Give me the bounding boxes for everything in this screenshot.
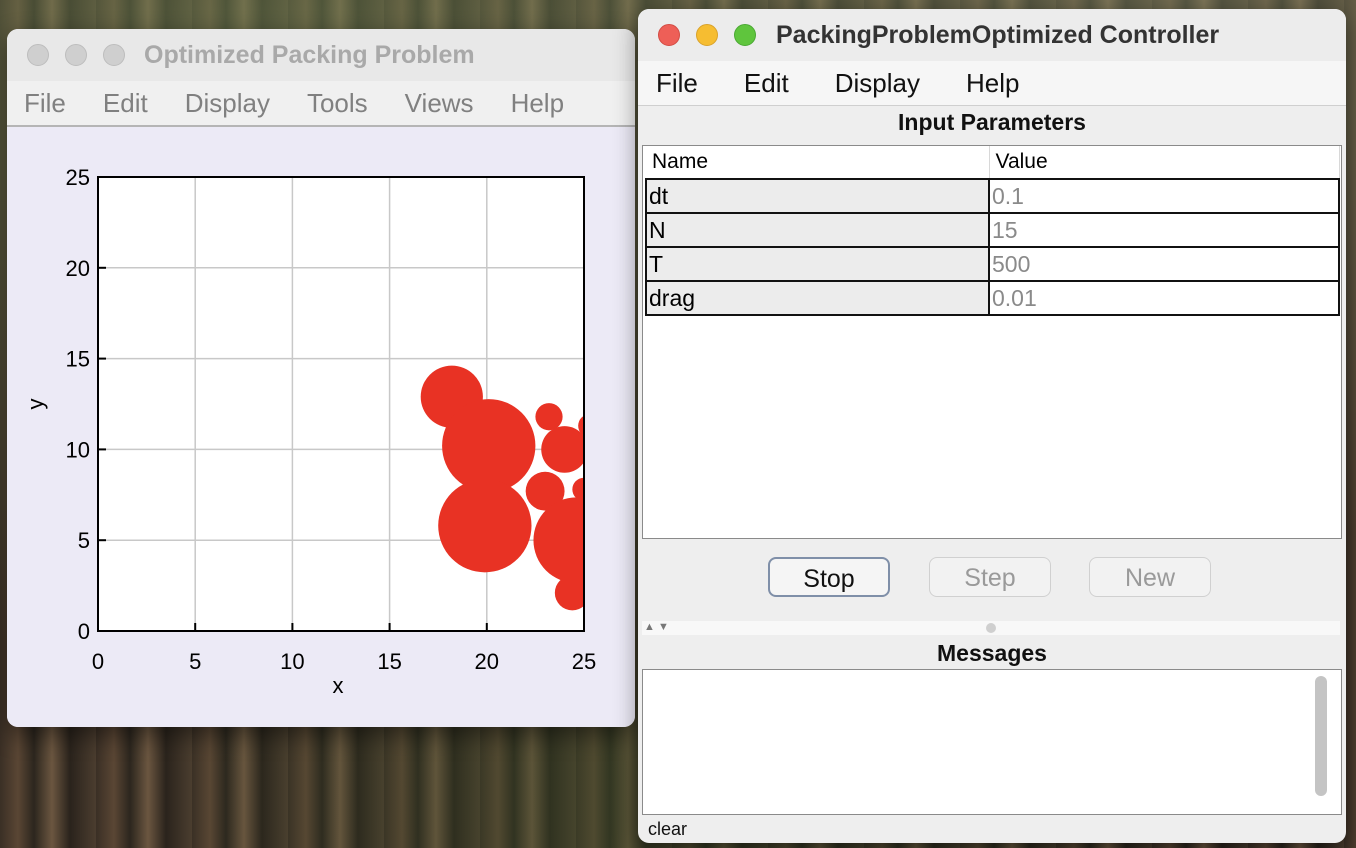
param-name: drag	[645, 280, 990, 316]
menu-tools[interactable]: Tools	[307, 88, 368, 119]
zoom-button[interactable]	[734, 24, 756, 46]
menu-file[interactable]: File	[656, 68, 698, 99]
y-tick-label: 5	[78, 528, 90, 553]
table-row: T 500	[645, 246, 1340, 282]
x-tick-label: 15	[377, 649, 401, 674]
minimize-button-inactive[interactable]	[65, 44, 87, 66]
column-header-name[interactable]: Name	[646, 146, 990, 180]
table-header-row: Name Value	[646, 146, 1340, 180]
param-value-field[interactable]: 15	[988, 212, 1340, 248]
param-value-field[interactable]: 0.01	[988, 280, 1340, 316]
plot-window-titlebar[interactable]: Optimized Packing Problem	[7, 29, 635, 81]
input-parameters-title: Input Parameters	[898, 109, 1086, 135]
column-header-value[interactable]: Value	[989, 146, 1340, 180]
y-tick-label: 25	[66, 165, 90, 190]
param-name: dt	[645, 178, 990, 214]
controller-window[interactable]: PackingProblemOptimized Controller File …	[638, 9, 1346, 843]
plot-window[interactable]: Optimized Packing Problem File Edit Disp…	[7, 29, 635, 727]
menu-edit[interactable]: Edit	[103, 88, 148, 119]
table-row: N 15	[645, 212, 1340, 248]
param-name: T	[645, 246, 990, 282]
messages-text	[643, 670, 1341, 678]
close-button-inactive[interactable]	[27, 44, 49, 66]
x-tick-label: 0	[92, 649, 104, 674]
zoom-button-inactive[interactable]	[103, 44, 125, 66]
y-tick-label: 0	[78, 619, 90, 644]
menu-display[interactable]: Display	[185, 88, 270, 119]
x-tick-label: 10	[280, 649, 304, 674]
disk-point	[578, 415, 584, 436]
messages-scrollbar[interactable]	[1315, 676, 1327, 796]
control-buttons: Stop Step New	[638, 557, 1346, 603]
window-controls	[658, 24, 756, 46]
x-tick-label: 20	[475, 649, 499, 674]
step-button[interactable]: Step	[929, 557, 1051, 597]
menu-views[interactable]: Views	[405, 88, 474, 119]
menu-file[interactable]: File	[24, 88, 66, 119]
messages-title: Messages	[937, 640, 1047, 666]
x-tick-label: 25	[572, 649, 596, 674]
disk-point	[442, 399, 536, 493]
param-name: N	[645, 212, 990, 248]
messages-panel[interactable]	[642, 669, 1342, 815]
disk-point	[533, 497, 584, 583]
new-button[interactable]: New	[1089, 557, 1211, 597]
controller-menubar: File Edit Display Help	[638, 61, 1346, 106]
x-axis-label: x	[333, 673, 344, 698]
close-button[interactable]	[658, 24, 680, 46]
minimize-button[interactable]	[696, 24, 718, 46]
y-tick-label: 15	[66, 347, 90, 372]
menu-help[interactable]: Help	[966, 68, 1019, 99]
controller-window-titlebar[interactable]: PackingProblemOptimized Controller	[638, 9, 1346, 61]
y-tick-label: 10	[66, 437, 90, 462]
window-title: PackingProblemOptimized Controller	[776, 20, 1220, 49]
param-value-field[interactable]: 0.1	[988, 178, 1340, 214]
parameters-table: Name Value dt 0.1 N 15 T 500 drag 0.01	[645, 146, 1340, 316]
divider-grip-icon[interactable]	[986, 623, 996, 633]
window-title: Optimized Packing Problem	[144, 40, 475, 69]
packing-chart[interactable]: 0 5 10 15 20 25 0 5 10 15 20 25 x y	[7, 127, 635, 727]
table-row: drag 0.01	[645, 280, 1340, 316]
menu-display[interactable]: Display	[835, 68, 920, 99]
disk-point	[535, 403, 563, 431]
x-tick-label: 5	[189, 649, 201, 674]
clear-link[interactable]: clear	[642, 817, 1346, 839]
plot-window-menubar: File Edit Display Tools Views Help	[7, 81, 635, 127]
menu-edit[interactable]: Edit	[744, 68, 789, 99]
y-axis-label: y	[23, 399, 48, 410]
disk-point	[438, 479, 532, 573]
split-pane-divider[interactable]: ▲ ▼	[642, 621, 1340, 635]
param-value-field[interactable]: 500	[988, 246, 1340, 282]
window-controls	[27, 44, 125, 66]
menu-help[interactable]: Help	[511, 88, 564, 119]
table-row: dt 0.1	[645, 178, 1340, 214]
y-tick-label: 20	[66, 256, 90, 281]
plot-area[interactable]: 0 5 10 15 20 25 0 5 10 15 20 25 x y	[7, 127, 635, 727]
parameters-table-panel: Name Value dt 0.1 N 15 T 500 drag 0.01	[642, 145, 1342, 539]
collapse-arrows-icon[interactable]: ▲ ▼	[644, 621, 669, 633]
stop-button[interactable]: Stop	[768, 557, 890, 597]
